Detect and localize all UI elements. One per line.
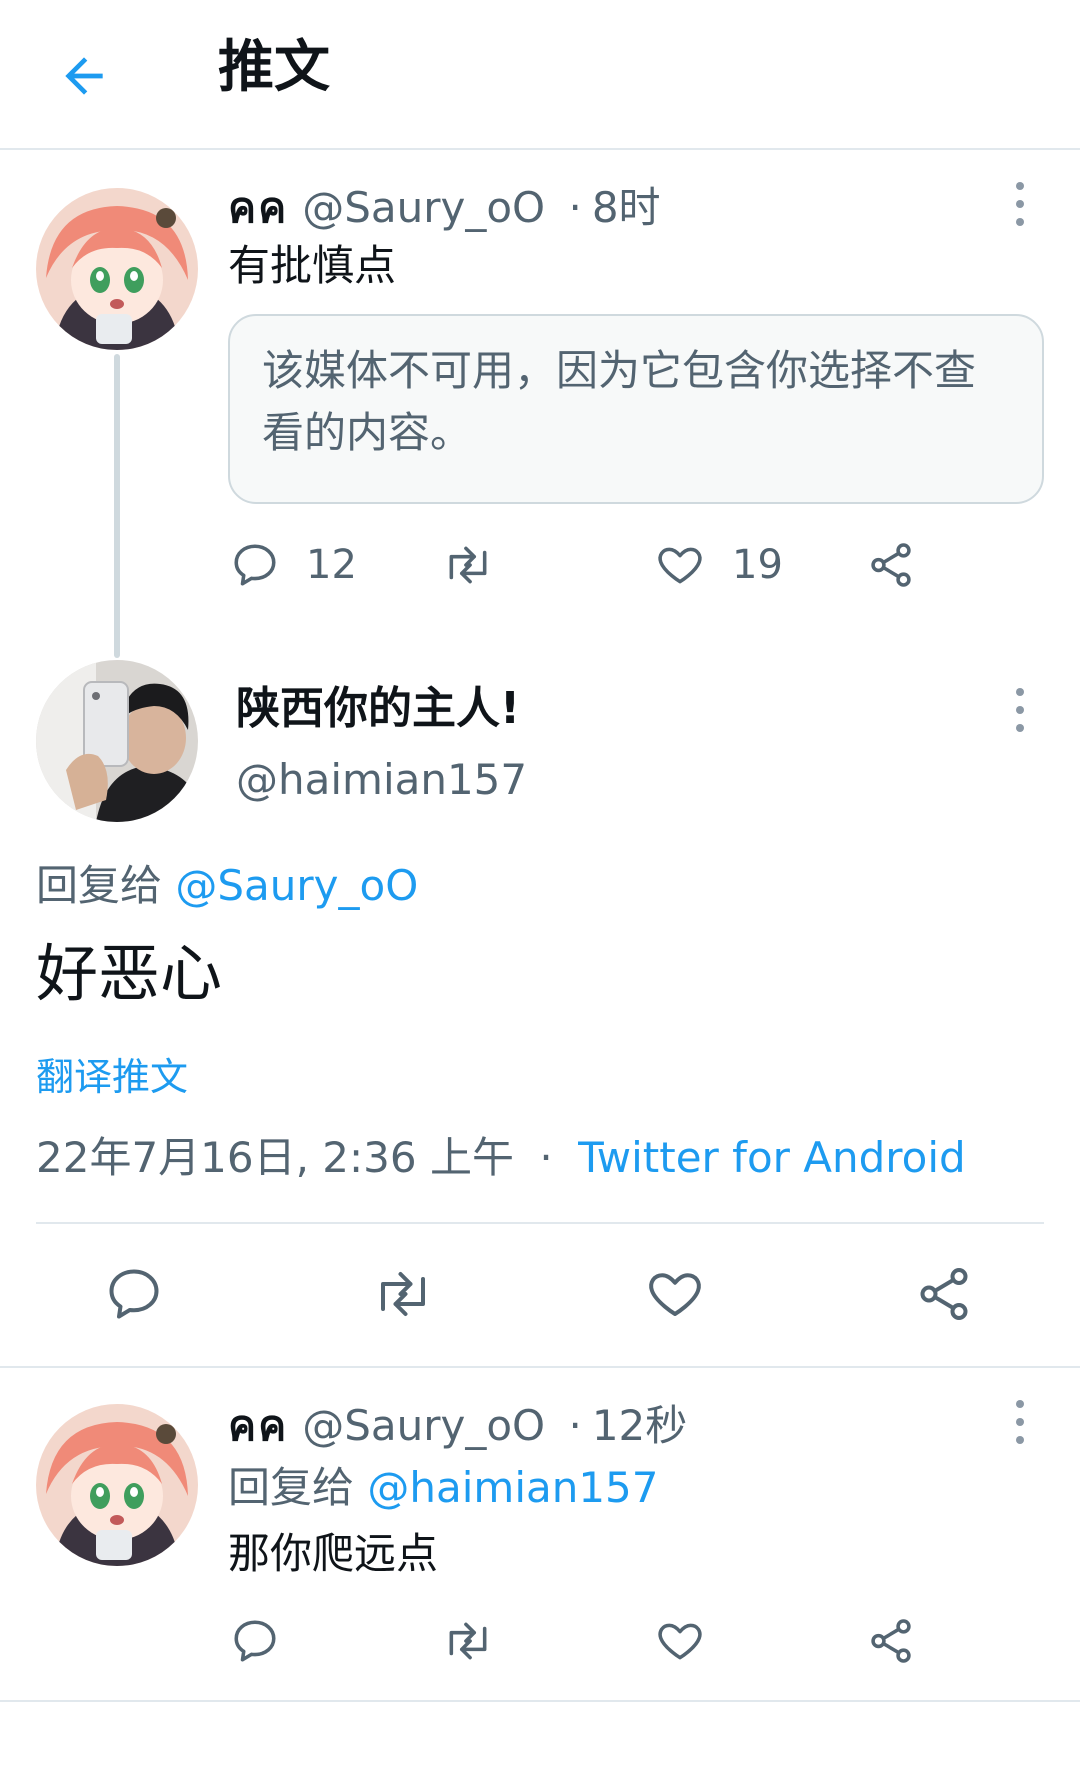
handle[interactable]: @haimian157	[236, 752, 527, 808]
avatar-saury[interactable]	[36, 1404, 198, 1566]
display-name[interactable]: คค	[228, 183, 288, 232]
tweet-time[interactable]: 8时	[592, 183, 661, 232]
more-vertical-icon	[1016, 688, 1024, 732]
share-icon	[871, 543, 911, 587]
tweet-text: 那你爬远点	[228, 1529, 439, 1578]
reply-icon	[109, 1269, 159, 1319]
media-unavailable-notice: 该媒体不可用，因为它包含你选择不查看的内容。	[228, 314, 1044, 504]
like-action[interactable]: 19	[654, 540, 783, 590]
handle[interactable]: @Saury_oO	[302, 183, 545, 232]
divider	[0, 1366, 1080, 1368]
more-options-button[interactable]	[1000, 680, 1040, 740]
share-action[interactable]	[914, 1264, 974, 1324]
anime-girl-avatar-image	[36, 1404, 198, 1566]
heart-icon	[649, 1273, 701, 1316]
like-action[interactable]	[654, 1616, 706, 1666]
heart-icon	[658, 1623, 702, 1660]
reply-count: 12	[306, 542, 357, 588]
meta-separator: ·	[539, 1133, 553, 1182]
reply-action[interactable]: 12	[230, 540, 357, 590]
more-vertical-icon	[1016, 1400, 1024, 1444]
translate-tweet-link[interactable]: 翻译推文	[36, 1052, 188, 1102]
meta-separator: ·	[568, 183, 582, 232]
reply-to-mention[interactable]: @haimian157	[367, 1463, 658, 1512]
tweet-text: 好恶心	[36, 937, 223, 1010]
reply-action[interactable]	[230, 1616, 280, 1666]
arrow-left-icon	[65, 57, 103, 95]
divider	[0, 1700, 1080, 1702]
share-icon	[871, 1619, 911, 1663]
back-button[interactable]	[36, 28, 132, 124]
replying-to: 回复给 @haimian157	[228, 1460, 659, 1516]
like-action[interactable]	[644, 1264, 706, 1324]
selfie-avatar-image	[36, 660, 198, 822]
reply-action[interactable]	[104, 1264, 164, 1324]
like-count: 19	[732, 542, 783, 588]
tweet-time[interactable]: 12秒	[592, 1401, 687, 1450]
retweet-icon	[381, 1272, 425, 1316]
tweet-timestamp-line: 22年7月16日, 2:36 上午 · Twitter for Android	[36, 1130, 966, 1186]
meta-separator: ·	[568, 1401, 582, 1450]
avatar-haimian[interactable]	[36, 660, 198, 822]
retweet-action[interactable]	[440, 540, 522, 590]
tweet-datetime: 22年7月16日, 2:36 上午	[36, 1133, 514, 1182]
share-icon	[920, 1268, 968, 1320]
more-vertical-icon	[1016, 182, 1024, 226]
more-options-button[interactable]	[1000, 1392, 1040, 1452]
app-header: 推文	[0, 0, 1080, 150]
anime-girl-avatar-image	[36, 188, 198, 350]
reply-to-mention[interactable]: @Saury_oO	[175, 861, 418, 910]
display-name[interactable]: 陕西你的主人!	[236, 680, 520, 738]
tweet-text: 有批慎点	[228, 241, 397, 290]
reply-prefix: 回复给	[228, 1463, 355, 1512]
handle[interactable]: @Saury_oO	[302, 1401, 545, 1450]
divider	[36, 1222, 1044, 1224]
retweet-icon	[449, 546, 487, 584]
tweet-source-link[interactable]: Twitter for Android	[578, 1133, 966, 1182]
reply-tweet-meta: คค @Saury_oO · 12秒	[228, 1398, 687, 1454]
more-options-button[interactable]	[1000, 174, 1040, 234]
retweet-icon	[449, 1622, 487, 1660]
display-name[interactable]: คค	[228, 1401, 288, 1450]
reply-prefix: 回复给	[36, 861, 163, 910]
share-action[interactable]	[866, 1616, 916, 1666]
parent-tweet-meta: คค @Saury_oO · 8时	[228, 180, 661, 236]
media-notice-text: 该媒体不可用，因为它包含你选择不查看的内容。	[262, 346, 977, 457]
share-action[interactable]	[866, 540, 916, 590]
heart-icon	[658, 547, 702, 584]
retweet-action[interactable]	[370, 1264, 436, 1324]
retweet-action[interactable]	[440, 1616, 496, 1666]
reply-icon	[234, 1620, 276, 1662]
replying-to: 回复给 @Saury_oO	[36, 858, 418, 914]
reply-icon	[234, 544, 276, 586]
thread-connector-line	[114, 354, 120, 658]
page-title: 推文	[218, 35, 330, 100]
avatar-saury[interactable]	[36, 188, 198, 350]
